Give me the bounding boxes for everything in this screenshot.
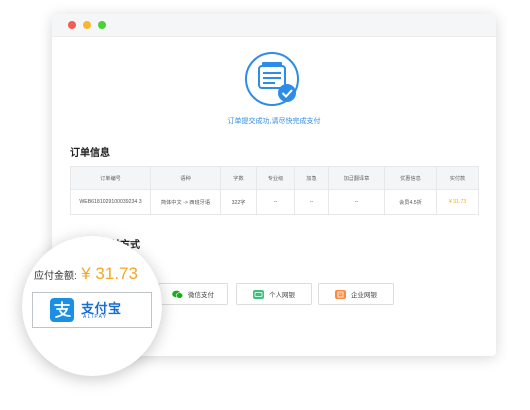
col-discount: 优惠信息 [384, 166, 437, 190]
table-header-row: 订单编号 语种 字数 专业级 加急 加급翻译章 优惠信息 实付款 [70, 166, 479, 190]
minimize-window-button[interactable] [83, 21, 91, 29]
enterprise-bank-button[interactable]: 企业网银 [318, 283, 394, 305]
order-success-icon [245, 52, 299, 106]
professional-level: -- [256, 189, 295, 215]
col-stamp: 加급翻译章 [328, 166, 385, 190]
col-professional: 专业级 [256, 166, 295, 190]
maximize-window-button[interactable] [98, 21, 106, 29]
wechat-pay-button[interactable]: 微信支付 [158, 283, 228, 305]
personal-bank-label: 个人网银 [269, 292, 295, 299]
personal-bank-button[interactable]: 个人网银 [236, 283, 312, 305]
order-table: 订单编号 语种 字数 专业级 加急 加급翻译章 优惠信息 实付款 WEB6181… [70, 166, 479, 215]
col-urgent: 加急 [294, 166, 329, 190]
stamp-value: -- [328, 189, 385, 215]
order-info-title: 订单信息 [70, 148, 110, 159]
word-count: 322字 [220, 189, 257, 215]
urgent-value: -- [294, 189, 329, 215]
col-language: 语种 [150, 166, 221, 190]
alipay-logo-icon [50, 298, 74, 322]
close-window-button[interactable] [68, 21, 76, 29]
table-row: WEB6181029100039234 3 简体中文 -> 西班牙语 322字 … [70, 189, 479, 215]
bank-card-icon [253, 289, 264, 299]
discount-info: 会员4.5折 [384, 189, 437, 215]
amount-due-row: 应付金额: ¥ 31.73 [34, 264, 138, 284]
wechat-pay-label: 微信支付 [188, 292, 214, 299]
alipay-button[interactable]: 支付宝 ALIPAY [32, 292, 152, 328]
magnifier-callout: 应付金额: ¥ 31.73 支付宝 ALIPAY [22, 236, 162, 376]
enterprise-bank-label: 企业网银 [351, 292, 377, 299]
paid-amount: ¥ 31.73 [436, 189, 479, 215]
col-word-count: 字数 [220, 166, 257, 190]
col-order-number: 订单编号 [70, 166, 151, 190]
amount-due-value: ¥ 31.73 [81, 264, 138, 283]
wechat-icon [172, 290, 183, 299]
language-pair: 简体中文 -> 西班牙语 [150, 189, 221, 215]
alipay-latin: ALIPAY [83, 314, 108, 320]
title-bar [52, 14, 496, 37]
order-number: WEB6181029100039234 3 [70, 189, 151, 215]
enterprise-bank-icon [335, 289, 346, 299]
col-paid: 实付款 [436, 166, 479, 190]
amount-due-label: 应付金额: [34, 271, 77, 282]
success-message: 订单提交成功,请尽快完成支付 [227, 118, 321, 125]
